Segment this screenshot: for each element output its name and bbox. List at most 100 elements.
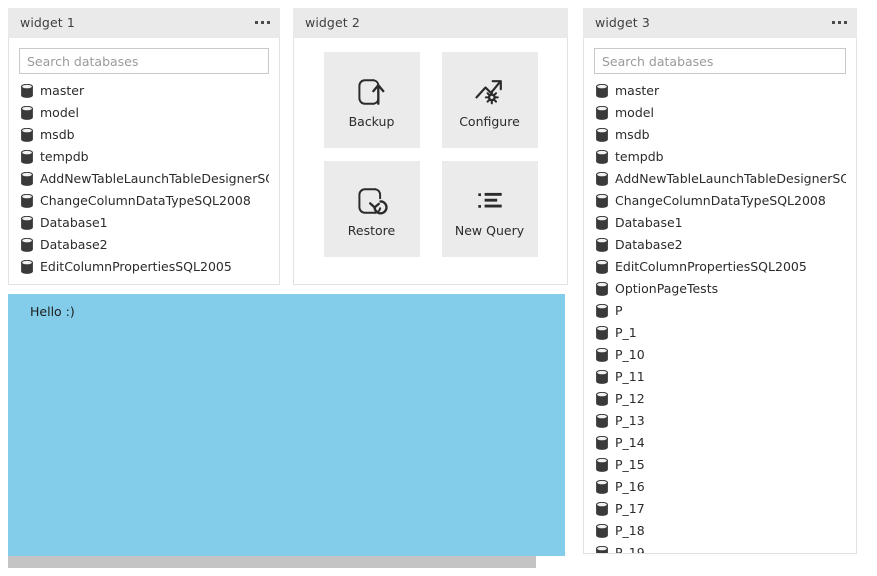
list-item[interactable]: P_12	[594, 388, 846, 410]
list-item[interactable]: tempdb	[19, 146, 269, 168]
list-item-label: P_10	[615, 349, 645, 362]
configure-icon	[472, 72, 508, 112]
backup-icon	[354, 72, 390, 112]
widget-2: widget 2 Backup ConfigureRestore New Query	[293, 8, 568, 285]
widget-1-header: widget 1	[8, 8, 280, 38]
database-icon	[596, 546, 608, 554]
list-item[interactable]: AddNewTableLaunchTableDesignerSQL2	[594, 168, 846, 190]
ellipsis-icon[interactable]	[255, 21, 270, 26]
list-item[interactable]: model	[19, 102, 269, 124]
list-item-label: msdb	[615, 129, 650, 142]
list-item[interactable]: P_14	[594, 432, 846, 454]
database-icon	[596, 260, 608, 274]
list-item[interactable]: P_16	[594, 476, 846, 498]
list-item[interactable]: P_13	[594, 410, 846, 432]
list-item-label: AddNewTableLaunchTableDesignerSQL2	[40, 173, 269, 186]
action-button-label: Backup	[349, 116, 395, 129]
database-icon	[596, 304, 608, 318]
list-item[interactable]: P_17	[594, 498, 846, 520]
list-item-label: P_18	[615, 525, 645, 538]
list-item-label: P_15	[615, 459, 645, 472]
database-list[interactable]: master model msdb tempdb AddNewTableLaunchTa…	[19, 80, 269, 278]
list-item[interactable]: EditColumnPropertiesSQL2005	[19, 256, 269, 278]
database-icon	[21, 194, 33, 208]
ellipsis-icon[interactable]	[832, 21, 847, 26]
list-item-label: tempdb	[615, 151, 664, 164]
list-item[interactable]: ChangeColumnDataTypeSQL2008	[19, 190, 269, 212]
database-icon	[21, 238, 33, 252]
widget-2-title: widget 2	[305, 17, 360, 30]
database-icon	[596, 502, 608, 516]
list-item-label: ChangeColumnDataTypeSQL2008	[40, 195, 251, 208]
database-icon	[596, 524, 608, 538]
list-item-label: msdb	[40, 129, 75, 142]
widget-2-body: Backup ConfigureRestore New Query	[293, 38, 568, 285]
database-list[interactable]: mastermodel msdb tempdb AddNewTableLaunchTa…	[594, 80, 846, 554]
list-item[interactable]: P_15	[594, 454, 846, 476]
list-item[interactable]: OptionPageTests	[594, 278, 846, 300]
list-item[interactable]: model	[594, 102, 846, 124]
list-item[interactable]: ChangeColumnDataTypeSQL2008	[594, 190, 846, 212]
search-input[interactable]	[594, 48, 846, 74]
database-icon	[596, 106, 608, 120]
database-icon	[21, 260, 33, 274]
list-item[interactable]: P_10	[594, 344, 846, 366]
list-item[interactable]: Database2	[594, 234, 846, 256]
list-item[interactable]: Database2	[19, 234, 269, 256]
list-item-label: P_12	[615, 393, 645, 406]
list-item-label: EditColumnPropertiesSQL2005	[40, 261, 232, 274]
list-item[interactable]: master	[19, 80, 269, 102]
list-item-label: P_1	[615, 327, 637, 340]
widget-3: widget 3 mastermodel msdb tempdb AddNewTabl…	[583, 8, 857, 554]
database-icon	[596, 282, 608, 296]
database-icon	[21, 128, 33, 142]
list-item[interactable]: Database1	[19, 212, 269, 234]
database-icon	[21, 84, 33, 98]
list-item-label: Database1	[615, 217, 683, 230]
database-icon	[21, 106, 33, 120]
database-icon	[596, 370, 608, 384]
list-item-label: P_11	[615, 371, 645, 384]
restore-icon	[354, 181, 390, 221]
restore-button[interactable]: Restore	[324, 161, 420, 257]
list-item[interactable]: Database1	[594, 212, 846, 234]
configure-button[interactable]: Configure	[442, 52, 538, 148]
database-icon	[596, 392, 608, 406]
list-item-label: model	[40, 107, 79, 120]
list-item[interactable]: P	[594, 300, 846, 322]
note-panel[interactable]: Hello :)	[8, 294, 565, 556]
widget-2-header: widget 2	[293, 8, 568, 38]
list-item[interactable]: P_1	[594, 322, 846, 344]
database-icon	[596, 348, 608, 362]
list-item-label: Database2	[40, 239, 108, 252]
list-item[interactable]: P_19	[594, 542, 846, 554]
new-query-icon	[472, 181, 508, 221]
list-item[interactable]: tempdb	[594, 146, 846, 168]
search-input[interactable]	[19, 48, 269, 74]
new-query-button[interactable]: New Query	[442, 161, 538, 257]
horizontal-scrollbar[interactable]	[8, 556, 536, 568]
action-button-grid: Backup ConfigureRestore New Query	[294, 38, 567, 271]
action-button-label: New Query	[455, 225, 524, 238]
list-item[interactable]: P_11	[594, 366, 846, 388]
database-icon	[596, 414, 608, 428]
database-icon	[596, 238, 608, 252]
list-item-label: AddNewTableLaunchTableDesignerSQL2	[615, 173, 846, 186]
list-item[interactable]: msdb	[594, 124, 846, 146]
list-item[interactable]: EditColumnPropertiesSQL2005	[594, 256, 846, 278]
database-icon	[596, 480, 608, 494]
list-item-label: master	[40, 85, 84, 98]
widget-3-body: mastermodel msdb tempdb AddNewTableLaunchTa…	[583, 38, 857, 554]
database-icon	[21, 216, 33, 230]
list-item[interactable]: AddNewTableLaunchTableDesignerSQL2	[19, 168, 269, 190]
list-item[interactable]: master	[594, 80, 846, 102]
list-item-label: Database2	[615, 239, 683, 252]
backup-button[interactable]: Backup	[324, 52, 420, 148]
database-icon	[596, 172, 608, 186]
widget-1: widget 1 master model msdb tempdb AddNewTabl…	[8, 8, 280, 285]
list-item[interactable]: msdb	[19, 124, 269, 146]
list-item[interactable]: P_18	[594, 520, 846, 542]
widget-3-header: widget 3	[583, 8, 857, 38]
note-panel-text: Hello :)	[8, 294, 565, 319]
list-item-label: P_16	[615, 481, 645, 494]
